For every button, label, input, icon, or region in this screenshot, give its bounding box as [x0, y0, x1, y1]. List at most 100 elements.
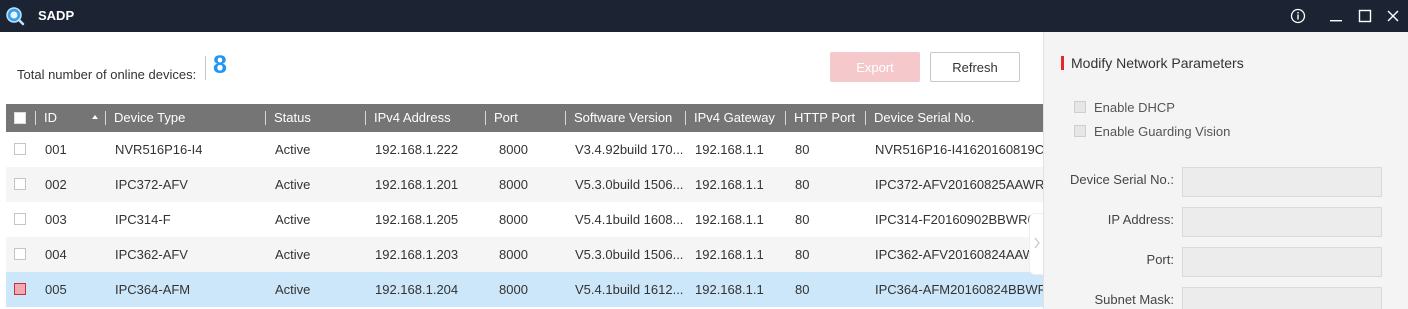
enable-guarding-vision-checkbox[interactable]: Enable Guarding Vision	[1074, 123, 1230, 139]
cell-http-port: 80	[795, 177, 810, 192]
row-checkbox[interactable]	[14, 143, 26, 155]
row-checkbox[interactable]	[14, 283, 26, 295]
cell-software-version: V5.4.1build 1608...	[575, 212, 684, 227]
cell-http-port: 80	[795, 247, 810, 262]
cell-ipv4-address: 192.168.1.204	[375, 282, 459, 297]
column-header-device-type[interactable]: Device Type	[114, 104, 185, 132]
column-header-status[interactable]: Status	[274, 104, 311, 132]
row-checkbox[interactable]	[14, 213, 26, 225]
title-bar: SADP	[0, 0, 1408, 32]
column-separator	[485, 111, 486, 125]
cell-software-version: V3.4.92build 170...	[575, 142, 684, 157]
cell-ipv4-gateway: 192.168.1.1	[695, 212, 764, 227]
cell-ipv4-gateway: 192.168.1.1	[695, 177, 764, 192]
cell-id: 001	[45, 142, 67, 157]
table-row[interactable]: 002 IPC372-AFV Active 192.168.1.201 8000…	[6, 167, 1043, 202]
export-button[interactable]: Export	[830, 52, 920, 82]
cell-ipv4-gateway: 192.168.1.1	[695, 142, 764, 157]
cell-port: 8000	[499, 247, 528, 262]
maximize-icon[interactable]	[1353, 4, 1377, 28]
cell-software-version: V5.4.1build 1612...	[575, 282, 684, 297]
enable-dhcp-label: Enable DHCP	[1094, 99, 1175, 115]
port-label: Port:	[1146, 252, 1174, 267]
device-list-area: Total number of online devices: 8 Export…	[0, 32, 1043, 309]
cell-ipv4-gateway: 192.168.1.1	[695, 247, 764, 262]
cell-port: 8000	[499, 177, 528, 192]
cell-id: 003	[45, 212, 67, 227]
cell-id: 004	[45, 247, 67, 262]
cell-port: 8000	[499, 212, 528, 227]
cell-device-type: IPC314-F	[115, 212, 171, 227]
cell-id: 002	[45, 177, 67, 192]
subnet-mask-field[interactable]	[1182, 287, 1382, 309]
info-icon[interactable]	[1286, 4, 1310, 28]
column-separator	[565, 111, 566, 125]
column-separator	[265, 111, 266, 125]
cell-status: Active	[275, 177, 311, 192]
cell-device-type: NVR516P16-I4	[115, 142, 203, 157]
row-checkbox[interactable]	[14, 178, 26, 190]
cell-http-port: 80	[795, 212, 810, 227]
device-serial-field[interactable]	[1182, 167, 1382, 197]
column-header-ipv4-gateway[interactable]: IPv4 Gateway	[694, 104, 775, 132]
panel-title: Modify Network Parameters	[1071, 55, 1244, 71]
cell-ipv4-address: 192.168.1.222	[375, 142, 459, 157]
column-header-ipv4-address[interactable]: IPv4 Address	[374, 104, 451, 132]
app-title: SADP	[38, 8, 75, 23]
column-header-http-port[interactable]: HTTP Port	[794, 104, 855, 132]
minimize-icon[interactable]	[1324, 4, 1348, 28]
cell-ipv4-gateway: 192.168.1.1	[695, 282, 764, 297]
column-header-software-version[interactable]: Software Version	[574, 104, 672, 132]
cell-port: 8000	[499, 282, 528, 297]
column-separator	[865, 111, 866, 125]
cell-http-port: 80	[795, 282, 810, 297]
cell-device-type: IPC362-AFV	[115, 247, 188, 262]
column-header-device-serial[interactable]: Device Serial No.	[874, 104, 974, 132]
checkbox-box[interactable]	[1074, 125, 1086, 137]
cell-device-serial: IPC372-AFV20160825AAWR6	[875, 177, 1043, 192]
ip-address-field[interactable]	[1182, 207, 1382, 237]
table-row-selected[interactable]: 005 IPC364-AFM Active 192.168.1.204 8000…	[6, 272, 1043, 307]
column-header-id[interactable]: ID	[44, 104, 57, 132]
enable-dhcp-checkbox[interactable]: Enable DHCP	[1074, 99, 1175, 115]
total-devices-count: 8	[213, 51, 227, 79]
column-separator	[785, 111, 786, 125]
enable-guarding-vision-label: Enable Guarding Vision	[1094, 123, 1231, 139]
panel-collapse-tab[interactable]	[1029, 213, 1043, 275]
cell-status: Active	[275, 247, 311, 262]
panel-title-marker	[1061, 56, 1064, 70]
column-separator	[105, 111, 106, 125]
total-devices-label: Total number of online devices:	[17, 67, 197, 82]
sort-ascending-icon[interactable]	[92, 115, 98, 119]
cell-device-type: IPC364-AFM	[115, 282, 191, 297]
cell-ipv4-address: 192.168.1.205	[375, 212, 459, 227]
cell-status: Active	[275, 282, 311, 297]
cell-software-version: V5.3.0build 1506...	[575, 177, 684, 192]
column-header-port[interactable]: Port	[494, 104, 518, 132]
table-row[interactable]: 004 IPC362-AFV Active 192.168.1.203 8000…	[6, 237, 1043, 272]
column-separator	[35, 111, 36, 125]
close-icon[interactable]	[1381, 4, 1405, 28]
port-field[interactable]	[1182, 247, 1382, 277]
subnet-mask-label: Subnet Mask:	[1094, 292, 1175, 307]
cell-ipv4-address: 192.168.1.203	[375, 247, 459, 262]
table-row[interactable]: 001 NVR516P16-I4 Active 192.168.1.222 80…	[6, 132, 1043, 167]
cell-device-serial: IPC364-AFM20160824BBWR6	[875, 282, 1043, 297]
cell-device-serial: IPC362-AFV20160824AAWR	[875, 247, 1035, 262]
cell-status: Active	[275, 142, 311, 157]
cell-http-port: 80	[795, 142, 810, 157]
modify-network-panel: Modify Network Parameters Enable DHCP En…	[1043, 32, 1408, 309]
ip-address-label: IP Address:	[1107, 212, 1174, 227]
table-header: ID Device Type Status IPv4 Address Port …	[6, 104, 1043, 132]
table-row[interactable]: 003 IPC314-F Active 192.168.1.205 8000 V…	[6, 202, 1043, 237]
device-serial-label: Device Serial No.:	[1069, 172, 1174, 187]
select-all-checkbox[interactable]	[14, 112, 26, 124]
cell-device-serial: NVR516P16-I41620160819CC	[875, 142, 1043, 157]
row-checkbox[interactable]	[14, 248, 26, 260]
cell-device-type: IPC372-AFV	[115, 177, 188, 192]
checkbox-box[interactable]	[1074, 101, 1086, 113]
cell-software-version: V5.3.0build 1506...	[575, 247, 684, 262]
cell-status: Active	[275, 212, 311, 227]
refresh-button[interactable]: Refresh	[930, 52, 1020, 82]
divider	[205, 56, 206, 80]
